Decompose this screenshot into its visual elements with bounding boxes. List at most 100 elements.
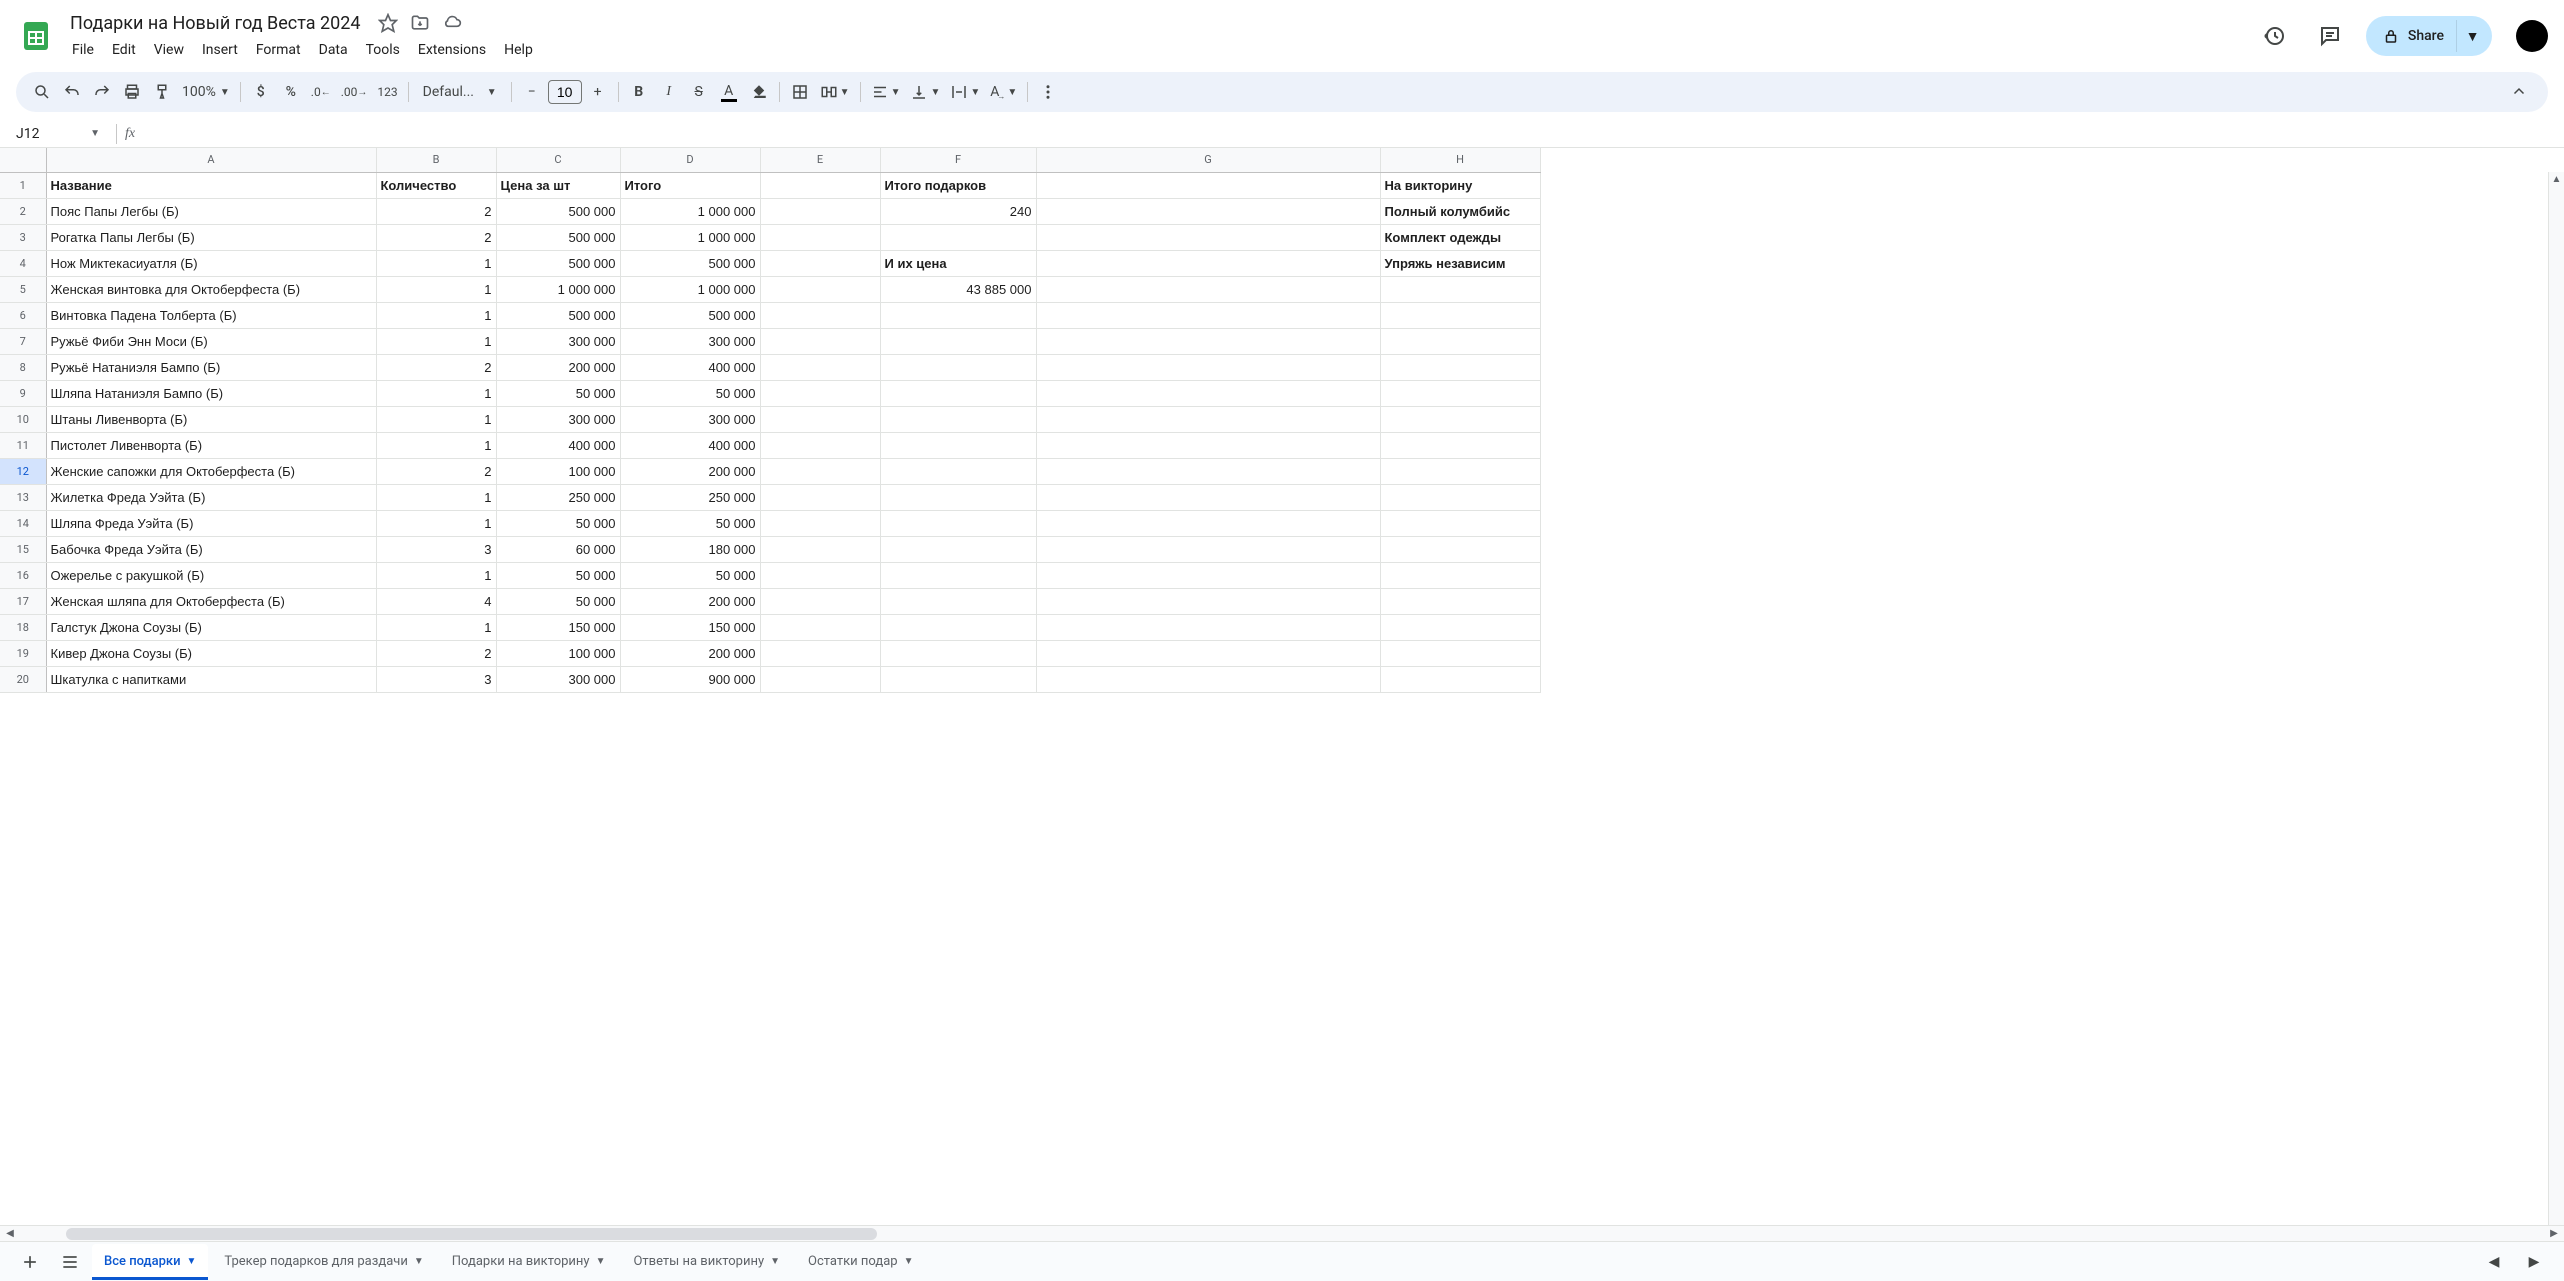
cell[interactable]: [1036, 614, 1380, 640]
text-wrap-icon[interactable]: ▼: [946, 78, 984, 106]
cell[interactable]: [880, 640, 1036, 666]
cell[interactable]: 50 000: [496, 588, 620, 614]
cell[interactable]: [760, 380, 880, 406]
cell[interactable]: 180 000: [620, 536, 760, 562]
cell[interactable]: Штаны Ливенворта (Б): [46, 406, 376, 432]
cell[interactable]: 1: [376, 484, 496, 510]
cell[interactable]: На викторину: [1380, 172, 1540, 198]
cell[interactable]: [1036, 432, 1380, 458]
cell[interactable]: 400 000: [620, 354, 760, 380]
cell[interactable]: Женские сапожки для Октоберфеста (Б): [46, 458, 376, 484]
cell[interactable]: 150 000: [620, 614, 760, 640]
sheet-tab-dropdown-icon[interactable]: ▼: [596, 1256, 606, 1267]
cell[interactable]: 2: [376, 354, 496, 380]
collapse-toolbar-icon[interactable]: [2502, 83, 2536, 101]
cell[interactable]: 200 000: [620, 640, 760, 666]
name-box[interactable]: J12▼: [8, 126, 108, 142]
scroll-up-icon[interactable]: ▲: [2549, 172, 2564, 188]
menu-format[interactable]: Format: [248, 38, 309, 62]
cell[interactable]: 3: [376, 666, 496, 692]
cell[interactable]: [1036, 380, 1380, 406]
cell[interactable]: 500 000: [496, 198, 620, 224]
cell[interactable]: Цена за шт: [496, 172, 620, 198]
cell[interactable]: [760, 484, 880, 510]
cell[interactable]: 500 000: [496, 302, 620, 328]
cell[interactable]: Полный колумбийс: [1380, 198, 1540, 224]
cell[interactable]: [760, 666, 880, 692]
cell[interactable]: [880, 536, 1036, 562]
share-dropdown-icon[interactable]: ▼: [2456, 20, 2488, 52]
decrease-decimal-icon[interactable]: .0←: [307, 78, 335, 106]
cell[interactable]: [760, 562, 880, 588]
spreadsheet-grid[interactable]: ABCDEFGH1НазваниеКоличествоЦена за штИто…: [0, 148, 1541, 693]
cell[interactable]: 2: [376, 198, 496, 224]
cell[interactable]: 300 000: [496, 406, 620, 432]
cell[interactable]: Шляпа Натаниэля Бампо (Б): [46, 380, 376, 406]
cell[interactable]: 2: [376, 640, 496, 666]
cell[interactable]: [760, 640, 880, 666]
document-title[interactable]: Подарки на Новый год Веста 2024: [64, 11, 366, 36]
scroll-left-icon[interactable]: ◀: [0, 1228, 20, 1239]
cell[interactable]: Шкатулка с напитками: [46, 666, 376, 692]
cell[interactable]: [1036, 640, 1380, 666]
cell[interactable]: Ожерелье с ракушкой (Б): [46, 562, 376, 588]
cell[interactable]: [880, 458, 1036, 484]
cell[interactable]: [760, 536, 880, 562]
cell[interactable]: Количество: [376, 172, 496, 198]
move-folder-icon[interactable]: [410, 13, 430, 33]
font-size-decrease-icon[interactable]: −: [518, 78, 546, 106]
row-header[interactable]: 9: [0, 380, 46, 406]
cell[interactable]: [880, 380, 1036, 406]
cell[interactable]: 1: [376, 276, 496, 302]
cell[interactable]: Упряжь независим: [1380, 250, 1540, 276]
cell[interactable]: [760, 406, 880, 432]
sheet-tab[interactable]: Все подарки▼: [92, 1244, 208, 1280]
tab-scroll-left-icon[interactable]: ◀: [2476, 1244, 2512, 1280]
vertical-align-icon[interactable]: ▼: [906, 78, 944, 106]
cell[interactable]: 1: [376, 510, 496, 536]
paint-format-icon[interactable]: [148, 78, 176, 106]
font-size-increase-icon[interactable]: +: [584, 78, 612, 106]
row-header[interactable]: 4: [0, 250, 46, 276]
cell[interactable]: Ружьё Фиби Энн Моси (Б): [46, 328, 376, 354]
cell[interactable]: [760, 588, 880, 614]
row-header[interactable]: 1: [0, 172, 46, 198]
cell[interactable]: Название: [46, 172, 376, 198]
cell[interactable]: 1 000 000: [620, 276, 760, 302]
sheets-logo-icon[interactable]: [16, 16, 56, 56]
sheet-tab-dropdown-icon[interactable]: ▼: [187, 1256, 197, 1267]
cell[interactable]: 250 000: [496, 484, 620, 510]
cell[interactable]: 200 000: [496, 354, 620, 380]
cell[interactable]: 200 000: [620, 458, 760, 484]
all-sheets-icon[interactable]: [52, 1244, 88, 1280]
cell[interactable]: [760, 510, 880, 536]
row-header[interactable]: 7: [0, 328, 46, 354]
cell[interactable]: [1036, 562, 1380, 588]
text-rotation-icon[interactable]: A→▼: [986, 78, 1021, 106]
star-icon[interactable]: [378, 13, 398, 33]
cell[interactable]: Винтовка Падена Толберта (Б): [46, 302, 376, 328]
column-header-D[interactable]: D: [620, 148, 760, 172]
cell[interactable]: [1380, 614, 1540, 640]
add-sheet-icon[interactable]: [12, 1244, 48, 1280]
sheet-tab[interactable]: Подарки на викторину▼: [440, 1244, 618, 1280]
percent-icon[interactable]: %: [277, 78, 305, 106]
sheet-tab-dropdown-icon[interactable]: ▼: [904, 1256, 914, 1267]
cell[interactable]: 50 000: [496, 380, 620, 406]
cell[interactable]: [880, 666, 1036, 692]
menu-help[interactable]: Help: [496, 38, 541, 62]
cell[interactable]: 500 000: [496, 224, 620, 250]
cell[interactable]: 200 000: [620, 588, 760, 614]
sheet-tab[interactable]: Трекер подарков для раздачи▼: [212, 1244, 435, 1280]
cell[interactable]: Ружьё Натаниэля Бампо (Б): [46, 354, 376, 380]
cell[interactable]: [1380, 354, 1540, 380]
cell[interactable]: Шляпа Фреда Уэйта (Б): [46, 510, 376, 536]
cell[interactable]: 500 000: [620, 250, 760, 276]
cell[interactable]: [1380, 484, 1540, 510]
cell[interactable]: 1: [376, 562, 496, 588]
cell[interactable]: 1: [376, 432, 496, 458]
cell[interactable]: [760, 302, 880, 328]
formula-input[interactable]: [143, 126, 2564, 142]
undo-icon[interactable]: [58, 78, 86, 106]
cell[interactable]: 1 000 000: [496, 276, 620, 302]
